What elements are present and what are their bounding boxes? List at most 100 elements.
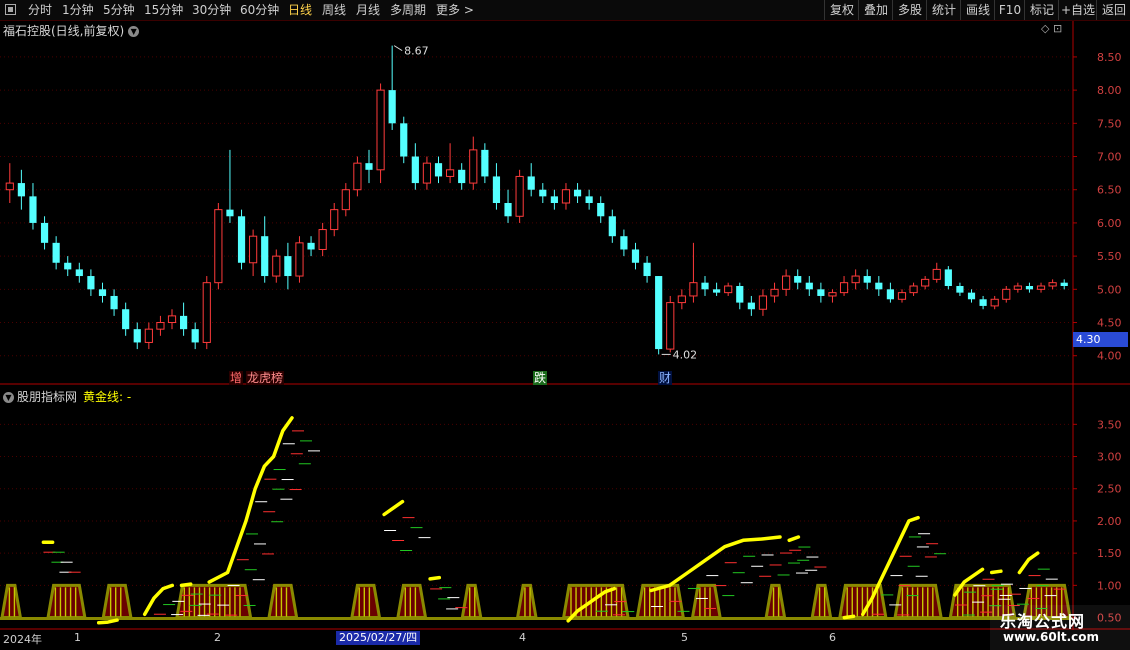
- candle-body: [87, 276, 95, 290]
- y-tick-label: 7.00: [1097, 151, 1122, 164]
- candle-body: [620, 236, 628, 250]
- period-tab[interactable]: 60分钟: [240, 2, 279, 18]
- candle-body: [655, 276, 663, 350]
- band-shape: [515, 583, 538, 620]
- gold-line-segment: [96, 618, 119, 625]
- candle-body: [52, 242, 60, 263]
- tag-dragon-tiger-list[interactable]: 龙虎榜: [246, 371, 285, 385]
- gold-line-segment: [842, 614, 856, 620]
- candle-body: [561, 189, 571, 204]
- y-tick-label: 4.50: [1097, 317, 1122, 330]
- candle-body: [110, 295, 118, 310]
- candle-body: [5, 182, 14, 191]
- candle-body: [724, 285, 733, 294]
- menu-icon[interactable]: [5, 4, 16, 15]
- candle-body: [875, 282, 883, 290]
- tag-finance[interactable]: 财: [658, 371, 673, 385]
- gold-line-segment: [382, 499, 405, 517]
- candle-body: [909, 285, 918, 294]
- candle-body: [214, 209, 223, 284]
- watermark-title: 乐淘公式网: [1000, 612, 1086, 631]
- period-tab[interactable]: 分时: [28, 2, 52, 18]
- candle-body: [446, 169, 455, 177]
- toolbar-button[interactable]: +自选: [1058, 0, 1097, 20]
- candle-body: [202, 282, 211, 343]
- band-shape: [396, 583, 428, 620]
- candle-body: [677, 295, 686, 304]
- high-label: 8.67: [404, 45, 429, 58]
- candle-body: [167, 315, 177, 324]
- band-shape: [690, 583, 722, 620]
- tag-fall[interactable]: 跌: [533, 371, 548, 385]
- period-tab[interactable]: 15分钟: [144, 2, 183, 18]
- y-tick-label: 3.50: [1097, 418, 1122, 431]
- y-tick-label: 8.00: [1097, 84, 1122, 97]
- toolbar-button[interactable]: F10: [994, 0, 1025, 20]
- candle-body: [828, 292, 837, 297]
- candle-body: [17, 183, 25, 197]
- candle-body: [608, 216, 616, 237]
- candle-body: [1060, 282, 1068, 286]
- band-shape: [350, 583, 382, 620]
- toolbar-button[interactable]: 复权: [824, 0, 859, 20]
- chevron-down-icon[interactable]: ▼: [128, 26, 140, 37]
- y-tick-label: 1.00: [1097, 579, 1122, 592]
- period-tab[interactable]: 多周期: [390, 2, 426, 18]
- y-tick-label: 4.00: [1097, 350, 1122, 363]
- candle-body: [886, 289, 894, 300]
- band-shape: [764, 583, 787, 620]
- indicator-title: ▼ 股朋指标网 黄金线: -: [3, 388, 131, 405]
- candle-body: [805, 282, 813, 290]
- candle-body: [388, 90, 396, 124]
- candle-body: [226, 209, 234, 217]
- period-tab[interactable]: 月线: [356, 2, 380, 18]
- gold-line-segment: [649, 535, 782, 593]
- candle-body: [932, 268, 941, 280]
- toolbar-button[interactable]: 统计: [926, 0, 961, 20]
- toolbar-button[interactable]: 画线: [960, 0, 995, 20]
- period-tab[interactable]: 5分钟: [103, 2, 135, 18]
- low-label: 4.02: [673, 348, 698, 361]
- period-tab[interactable]: 1分钟: [62, 2, 94, 18]
- candle-body: [481, 149, 489, 177]
- toolbar-button[interactable]: 叠加: [858, 0, 893, 20]
- toolbar-button[interactable]: 标记: [1024, 0, 1059, 20]
- band-shape: [46, 583, 87, 620]
- y-tick-label: 2.50: [1097, 483, 1122, 496]
- y-tick-label: 1.50: [1097, 547, 1122, 560]
- indicator-name: 股朋指标网: [17, 390, 78, 404]
- candle-body: [967, 292, 976, 300]
- toolbar-button[interactable]: 返回: [1096, 0, 1130, 20]
- candle-body: [631, 249, 640, 263]
- toolbar-button[interactable]: 多股: [892, 0, 927, 20]
- period-tab[interactable]: 更多 >: [436, 2, 474, 18]
- gold-line-segment: [142, 583, 175, 617]
- stock-title-text: 福石控股(日线,前复权): [3, 24, 125, 38]
- candle-body: [422, 162, 432, 184]
- candle-body: [237, 216, 246, 263]
- candle-body: [353, 162, 362, 191]
- y-tick-label: 5.50: [1097, 250, 1122, 263]
- candle-body: [249, 235, 258, 264]
- band-shape: [460, 583, 483, 620]
- candle-body: [701, 282, 709, 290]
- candle-body: [713, 289, 721, 293]
- gold-line-segment: [989, 569, 1003, 575]
- x-label: 1: [74, 631, 81, 644]
- tag-increase[interactable]: 增: [229, 371, 244, 385]
- period-tab[interactable]: 30分钟: [192, 2, 231, 18]
- y-tick-label: 8.50: [1097, 51, 1122, 64]
- period-tab[interactable]: 日线: [288, 2, 312, 18]
- panel-tool-icons[interactable]: ◇ ⊡: [1041, 22, 1062, 35]
- y-tick-label: 6.00: [1097, 217, 1122, 230]
- candle-body: [469, 149, 478, 184]
- band-shape: [0, 583, 23, 620]
- candle-body: [573, 189, 582, 197]
- y-tick-label: 2.00: [1097, 515, 1122, 528]
- candle-body: [434, 163, 443, 177]
- chevron-down-icon[interactable]: ▼: [3, 392, 14, 403]
- candle-body: [515, 175, 524, 217]
- period-tab[interactable]: 周线: [322, 2, 346, 18]
- current-price-marker: 4.30: [1073, 332, 1128, 347]
- gold-line-segment: [428, 575, 442, 581]
